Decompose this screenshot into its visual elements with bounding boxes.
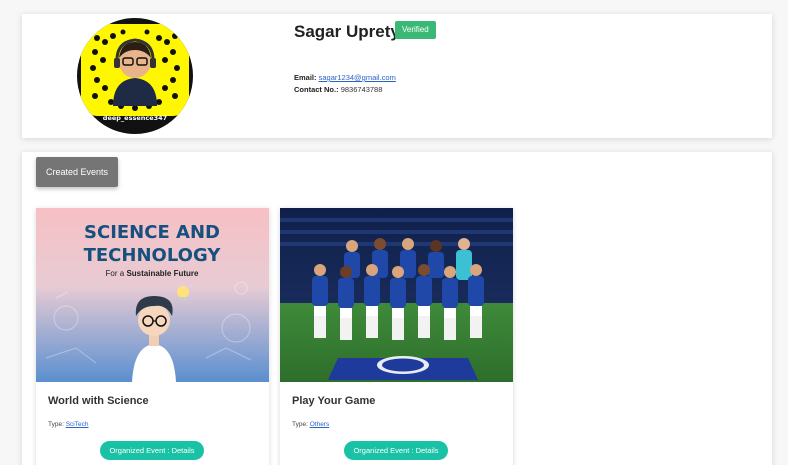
phone-value: 9836743788 [340, 85, 383, 94]
organized-event-details-button[interactable]: Organized Event : Details [100, 441, 204, 460]
event-image-science[interactable]: SCIENCE AND TECHNOLOGY For a Sustainable… [36, 208, 269, 382]
verified-badge: Verified [395, 21, 436, 39]
email-row: Email: sagar1234@gmail.com [294, 73, 396, 82]
event-card: Play Your Game Type: Others Organized Ev… [280, 208, 513, 465]
event-image-football-team[interactable] [280, 208, 513, 382]
image-heading-2: TECHNOLOGY [84, 245, 222, 266]
event-type-link[interactable]: Others [310, 421, 330, 428]
created-events-tab[interactable]: Created Events [36, 157, 118, 187]
phone-label: Contact No.: [294, 85, 339, 94]
event-type-row: Type: SciTech [48, 421, 88, 428]
image-subheading: For a Sustainable Future [106, 269, 199, 278]
image-subheading-bold: Sustainable Future [126, 269, 199, 278]
image-heading-1: SCIENCE AND [84, 222, 220, 243]
event-title[interactable]: Play Your Game [292, 395, 375, 407]
organized-event-details-button[interactable]: Organized Event : Details [344, 441, 448, 460]
event-type-label: Type: [292, 421, 308, 428]
event-card: SCIENCE AND TECHNOLOGY For a Sustainable… [36, 208, 269, 465]
email-label: Email: [294, 73, 317, 82]
profile-card: deep_essence347 Sagar Uprety Verified Em… [22, 14, 772, 138]
profile-name: Sagar Uprety [294, 22, 400, 41]
avatar-caption: deep_essence347 [102, 114, 168, 122]
avatar: deep_essence347 [77, 18, 193, 134]
event-type-row: Type: Others [292, 421, 329, 428]
email-link[interactable]: sagar1234@gmail.com [319, 73, 396, 82]
event-type-label: Type: [48, 421, 64, 428]
phone-row: Contact No.: 9836743788 [294, 85, 382, 94]
event-type-link[interactable]: SciTech [66, 421, 89, 428]
event-title[interactable]: World with Science [48, 395, 149, 407]
image-subheading-prefix: For a [106, 269, 127, 278]
